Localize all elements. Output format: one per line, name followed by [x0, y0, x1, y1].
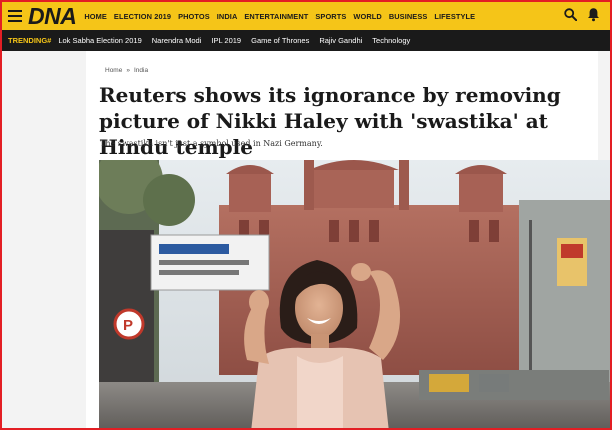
hamburger-menu-icon[interactable] [8, 10, 22, 22]
nav-entertainment[interactable]: ENTERTAINMENT [244, 12, 308, 21]
svg-text:P: P [123, 317, 133, 334]
article-subheadline: The swastika isn't just a symbol used in… [100, 139, 323, 148]
nav-world[interactable]: WORLD [353, 12, 381, 21]
site-logo[interactable]: DNA [28, 2, 77, 30]
breadcrumb-separator: » [126, 67, 130, 74]
breadcrumb: Home » India [105, 67, 148, 74]
breadcrumb-india[interactable]: India [134, 67, 148, 74]
trending-item[interactable]: Lok Sabha Election 2019 [58, 36, 141, 45]
breadcrumb-home[interactable]: Home [105, 67, 122, 74]
main-nav: HOME ELECTION 2019 PHOTOS INDIA ENTERTAI… [84, 12, 482, 21]
trending-bar: TRENDING# Lok Sabha Election 2019 Narend… [2, 30, 610, 51]
top-navigation-bar: DNA HOME ELECTION 2019 PHOTOS INDIA ENTE… [2, 2, 610, 30]
nav-home[interactable]: HOME [84, 12, 107, 21]
search-icon[interactable] [564, 8, 577, 21]
nav-india[interactable]: INDIA [217, 12, 238, 21]
trending-item[interactable]: Narendra Modi [152, 36, 202, 45]
trending-label: TRENDING# [8, 36, 52, 45]
nav-sports[interactable]: SPORTS [315, 12, 346, 21]
hero-photo-illustration: P [99, 160, 610, 428]
nav-election-2019[interactable]: ELECTION 2019 [114, 12, 171, 21]
trending-item[interactable]: Rajiv Gandhi [319, 36, 362, 45]
trending-item[interactable]: Technology [372, 36, 410, 45]
trending-item[interactable]: Game of Thrones [251, 36, 309, 45]
nav-photos[interactable]: PHOTOS [178, 12, 210, 21]
trending-item[interactable]: IPL 2019 [211, 36, 241, 45]
left-gutter [2, 51, 86, 428]
article-headline: Reuters shows its ignorance by removing … [99, 83, 561, 159]
article-hero-image[interactable]: P [99, 160, 610, 428]
nav-lifestyle[interactable]: LIFESTYLE [434, 12, 475, 21]
nav-business[interactable]: BUSINESS [389, 12, 428, 21]
page-frame: DNA HOME ELECTION 2019 PHOTOS INDIA ENTE… [0, 0, 612, 430]
bell-icon[interactable] [587, 7, 600, 22]
